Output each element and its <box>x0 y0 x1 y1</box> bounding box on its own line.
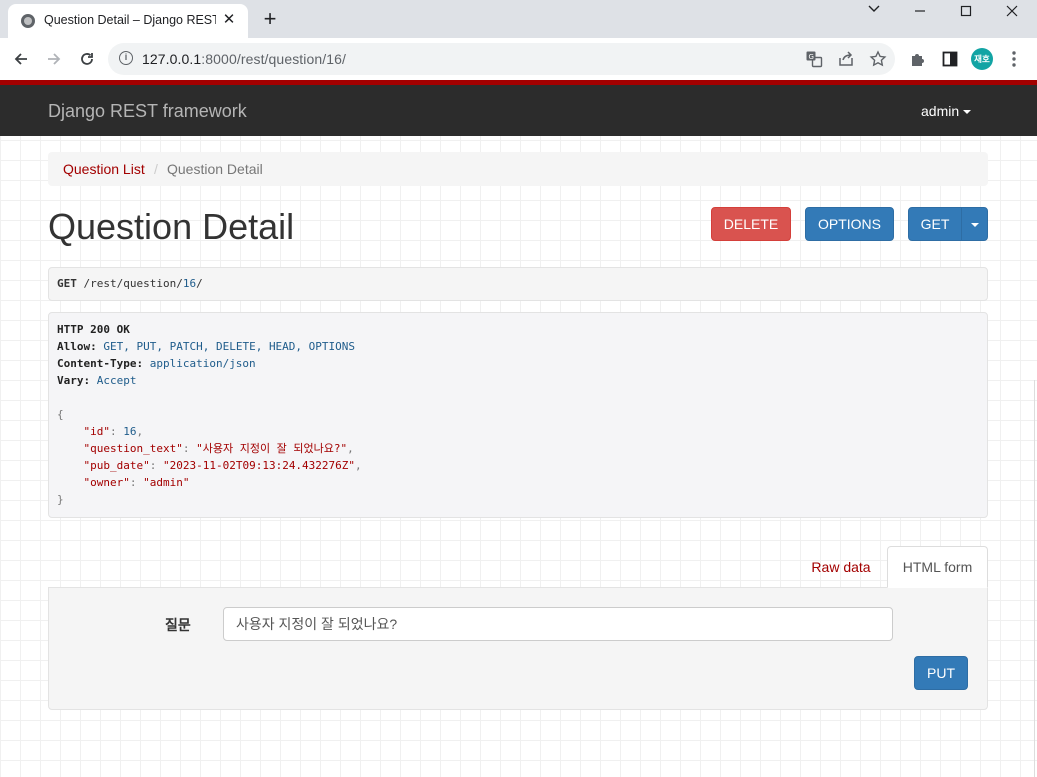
breadcrumb: Question List / Question Detail <box>48 152 988 186</box>
options-button[interactable]: OPTIONS <box>805 207 894 241</box>
scrollbar-edge <box>1034 380 1035 777</box>
json-value: "2023-11-02T09:13:24.432276Z" <box>162 459 356 472</box>
browser-tab[interactable]: Question Detail – Django REST framework … <box>8 4 248 38</box>
get-format-dropdown[interactable] <box>961 207 988 241</box>
allow-value: GET, PUT, PATCH, DELETE, HEAD, OPTIONS <box>103 340 356 353</box>
json-close-brace: } <box>57 493 64 506</box>
caret-down-icon <box>963 110 972 115</box>
breadcrumb-separator: / <box>154 161 158 177</box>
response-info: HTTP 200 OK Allow: GET, PUT, PATCH, DELE… <box>48 312 988 518</box>
tab-title: Question Detail – Django REST framework <box>44 13 216 27</box>
globe-icon <box>21 14 35 28</box>
window-close-icon[interactable] <box>989 0 1035 22</box>
get-button[interactable]: GET <box>908 207 962 241</box>
browser-tab-strip: Question Detail – Django REST framework … <box>0 0 1037 38</box>
json-key: "pub_date" <box>83 459 150 472</box>
reload-icon[interactable] <box>74 46 100 72</box>
breadcrumb-current: Question Detail <box>167 161 263 177</box>
put-button[interactable]: PUT <box>914 656 968 690</box>
allow-label: Allow: <box>57 340 97 353</box>
request-method: GET <box>57 277 77 290</box>
vary-value: Accept <box>96 374 137 387</box>
forward-icon[interactable] <box>41 46 67 72</box>
new-tab-icon[interactable]: + <box>258 8 282 32</box>
content-type-label: Content-Type: <box>57 357 144 370</box>
minimize-icon[interactable] <box>897 0 943 22</box>
json-key: "question_text" <box>83 442 183 455</box>
extensions-puzzle-icon[interactable] <box>909 50 927 68</box>
tab-search-icon[interactable] <box>851 0 897 22</box>
translate-icon[interactable]: G <box>805 50 823 68</box>
json-value: "admin" <box>143 476 190 489</box>
maximize-icon[interactable] <box>943 0 989 22</box>
request-info: GET /rest/question/16/ <box>48 267 988 301</box>
json-value: 16 <box>123 425 137 438</box>
json-key: "owner" <box>83 476 130 489</box>
response-status: HTTP 200 OK <box>57 323 130 336</box>
tab-raw-data[interactable]: Raw data <box>798 547 884 587</box>
url-path: :8000/rest/question/16/ <box>201 51 347 67</box>
caret-down-icon <box>970 223 979 228</box>
navbar-brand[interactable]: Django REST framework <box>48 101 247 122</box>
user-name: admin <box>921 103 960 119</box>
user-menu[interactable]: admin <box>921 103 972 119</box>
request-path-id: 16 <box>182 277 197 290</box>
svg-text:G: G <box>809 53 814 61</box>
page-content: Django REST framework admin Question Lis… <box>0 80 1037 777</box>
top-navbar: Django REST framework admin <box>0 85 1037 136</box>
json-open-brace: { <box>57 408 64 421</box>
vary-label: Vary: <box>57 374 91 387</box>
put-form <box>48 587 988 710</box>
json-value: "사용자 지정이 잘 되었나요?" <box>196 442 348 455</box>
share-icon[interactable] <box>837 50 855 68</box>
request-path-prefix: /rest/question/ <box>83 277 183 290</box>
json-key: "id" <box>83 425 111 438</box>
browser-toolbar: i 127.0.0.1:8000/rest/question/16/ G 재호 <box>0 38 1037 80</box>
breadcrumb-question-list[interactable]: Question List <box>63 161 145 177</box>
question-text-label: 질문 <box>165 617 191 633</box>
tab-close-icon[interactable]: ✕ <box>219 10 239 30</box>
profile-avatar[interactable]: 재호 <box>971 48 993 70</box>
browser-menu-icon[interactable] <box>1006 50 1022 68</box>
delete-button[interactable]: DELETE <box>711 207 791 241</box>
request-path-suffix: / <box>196 277 203 290</box>
address-bar[interactable]: i 127.0.0.1:8000/rest/question/16/ G <box>108 43 895 75</box>
bookmark-star-icon[interactable] <box>869 50 887 68</box>
question-text-input[interactable] <box>223 607 893 641</box>
site-info-icon[interactable]: i <box>119 51 133 65</box>
content-type-value: application/json <box>149 357 256 370</box>
side-panel-icon[interactable] <box>941 50 959 68</box>
tab-html-form[interactable]: HTML form <box>887 546 988 588</box>
url-text: 127.0.0.1:8000/rest/question/16/ <box>142 51 346 67</box>
page-title: Question Detail <box>48 206 295 247</box>
back-icon[interactable] <box>8 46 34 72</box>
url-host: 127.0.0.1 <box>142 51 202 67</box>
